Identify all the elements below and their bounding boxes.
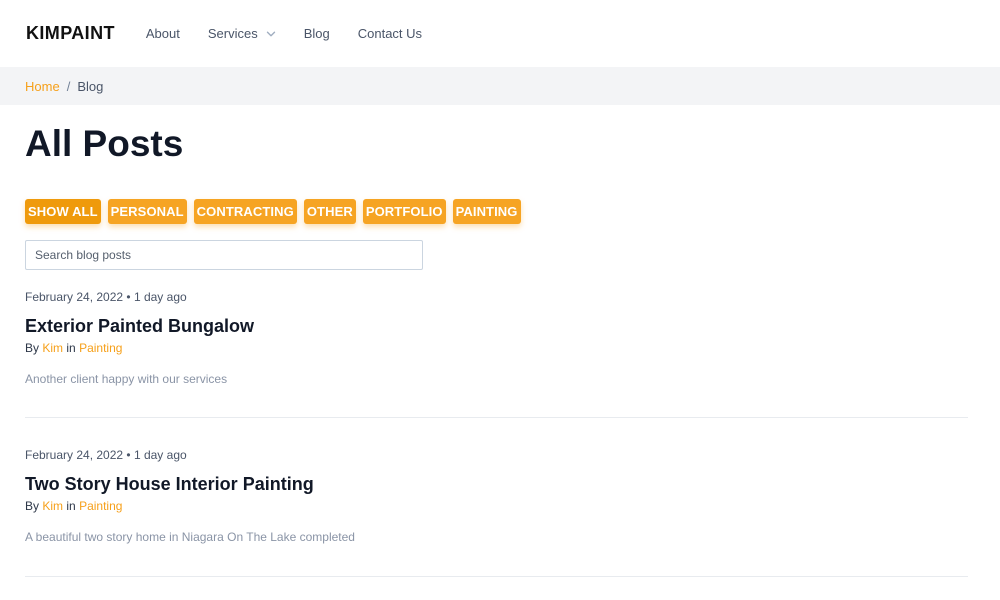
filter-personal-button[interactable]: PERSONAL bbox=[107, 199, 187, 224]
post-relative-time: 1 day ago bbox=[133, 290, 187, 304]
post-category-link[interactable]: Painting bbox=[79, 341, 122, 355]
breadcrumb-home-link[interactable]: Home bbox=[25, 79, 60, 94]
main-content: All Posts SHOW ALL PERSONAL CONTRACTING … bbox=[0, 122, 1000, 577]
page-title: All Posts bbox=[25, 123, 184, 164]
post-excerpt: A beautiful two story home in Niagara On… bbox=[25, 530, 355, 544]
filter-painting-button[interactable]: PAINTING bbox=[452, 199, 521, 224]
post-excerpt: Another client happy with our services bbox=[25, 372, 228, 386]
breadcrumb-current: Blog bbox=[77, 78, 104, 94]
nav-link-contact[interactable]: Contact Us bbox=[358, 26, 422, 41]
byline-in: in bbox=[66, 341, 76, 355]
filter-other-button[interactable]: OTHER bbox=[303, 199, 356, 224]
filter-contracting-button[interactable]: CONTRACTING bbox=[193, 199, 297, 224]
nav-link-services[interactable]: Services bbox=[208, 26, 276, 41]
post-author-link[interactable]: Kim bbox=[42, 499, 63, 513]
blog-post-card: February 24, 2022 • 1 day ago Exterior P… bbox=[25, 288, 968, 418]
post-date: February 24, 2022 bbox=[25, 448, 124, 462]
blog-post-card: February 24, 2022 • 1 day ago Two Story … bbox=[25, 446, 968, 577]
post-category-link[interactable]: Painting bbox=[79, 499, 122, 513]
brand-logo[interactable]: KIMPAINT bbox=[26, 23, 115, 44]
post-byline: By Kim in Painting bbox=[25, 498, 968, 514]
nav-link-about[interactable]: About bbox=[146, 26, 180, 41]
byline-by: By bbox=[25, 499, 40, 513]
search-input[interactable] bbox=[25, 240, 423, 270]
post-title-link[interactable]: Exterior Painted Bungalow bbox=[25, 315, 968, 337]
category-filters: SHOW ALL PERSONAL CONTRACTING OTHER PORT… bbox=[25, 199, 968, 225]
breadcrumb-separator: / bbox=[66, 78, 71, 94]
byline-by: By bbox=[25, 341, 40, 355]
nav-link-blog[interactable]: Blog bbox=[304, 26, 330, 41]
nav-link-about-label: About bbox=[145, 26, 180, 41]
filter-portfolio-button[interactable]: PORTFOLIO bbox=[362, 199, 446, 224]
filter-show-all-button[interactable]: SHOW ALL bbox=[25, 199, 101, 224]
post-meta: February 24, 2022 • 1 day ago bbox=[25, 288, 968, 306]
post-meta: February 24, 2022 • 1 day ago bbox=[25, 446, 968, 464]
post-author-link[interactable]: Kim bbox=[42, 341, 63, 355]
meta-bullet: • bbox=[126, 448, 131, 462]
post-title-link[interactable]: Two Story House Interior Painting bbox=[25, 473, 968, 495]
post-date: February 24, 2022 bbox=[25, 290, 124, 304]
nav-link-services-label: Services bbox=[207, 26, 258, 41]
post-relative-time: 1 day ago bbox=[133, 448, 187, 462]
nav-link-contact-label: Contact Us bbox=[357, 26, 423, 41]
top-navigation: KIMPAINT About Services Blog Contact Us bbox=[0, 0, 1000, 67]
nav-link-blog-label: Blog bbox=[303, 26, 330, 41]
meta-bullet: • bbox=[126, 290, 131, 304]
chevron-down-icon bbox=[266, 31, 275, 36]
post-byline: By Kim in Painting bbox=[25, 340, 968, 356]
breadcrumb: Home / Blog bbox=[0, 67, 1000, 105]
byline-in: in bbox=[66, 499, 76, 513]
